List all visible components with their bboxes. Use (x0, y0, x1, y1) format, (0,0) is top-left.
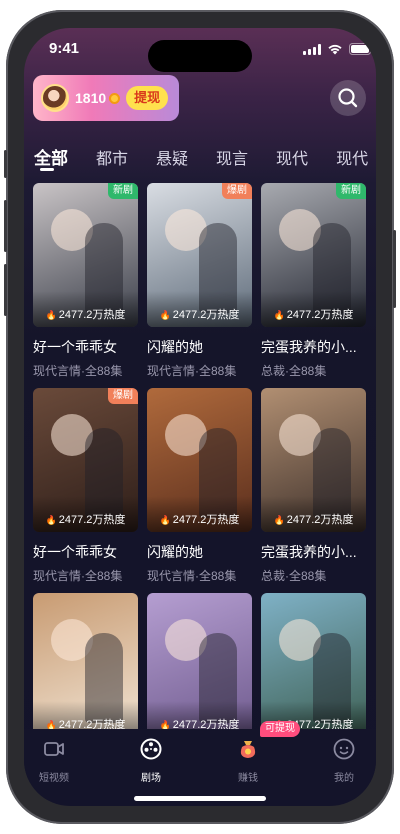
nav-label: 剧场 (141, 773, 161, 784)
nav-theater[interactable]: 剧场 (121, 737, 181, 784)
tab-modern-2[interactable]: 现代 (336, 145, 368, 169)
nav-label: 赚钱 (238, 773, 258, 784)
tab-modern[interactable]: 现代 (276, 145, 308, 169)
power-button (393, 230, 396, 308)
tab-all[interactable]: 全部 (34, 144, 68, 169)
heat-value: 2477.2万热度 (172, 514, 240, 526)
volume-up-button (4, 200, 7, 252)
drama-title[interactable]: 闪耀的她 (147, 337, 252, 357)
heat-count: 🔥2477.2万热度 (147, 306, 252, 322)
gold-coin-icon (109, 92, 121, 104)
withdrawable-tag: 可提现 (260, 721, 300, 737)
drama-card[interactable]: 🔥2477.2万热度 (147, 593, 252, 737)
tab-urban[interactable]: 都市 (96, 145, 128, 169)
flame-icon: 🔥 (159, 515, 171, 525)
drama-title[interactable]: 好一个乖乖女 (33, 542, 138, 562)
user-avatar[interactable] (41, 84, 69, 112)
bottom-navigation: 短视频 剧场 赚钱 可提现 我的 (24, 721, 376, 800)
theater-reel-icon (140, 738, 162, 760)
volume-down-button (4, 264, 7, 316)
nav-earn-money[interactable]: 赚钱 (218, 737, 278, 784)
profile-face-icon (333, 738, 355, 760)
drama-badge: 新剧 (336, 183, 366, 199)
drama-meta: 现代言情·全88集 (33, 364, 123, 378)
heat-count: 🔥2477.2万热度 (33, 306, 138, 322)
drama-poster[interactable]: 🔥2477.2万热度 (261, 593, 366, 737)
coin-balance-card[interactable]: 1810 提现 (33, 75, 179, 121)
drama-card[interactable]: 爆剧 🔥 2477.2万热度好一个乖乖女现代言情·全88集 (33, 388, 138, 584)
drama-card[interactable]: 🔥2477.2万热度 (33, 593, 138, 737)
flame-icon: 🔥 (273, 515, 285, 525)
drama-poster[interactable]: 🔥2477.2万热度 (33, 593, 138, 737)
nav-label: 短视频 (39, 773, 69, 784)
tab-modern-romance[interactable]: 现言 (216, 145, 248, 169)
drama-title[interactable]: 闪耀的她 (147, 542, 252, 562)
drama-meta: 总裁·全88集 (261, 364, 327, 378)
search-icon (338, 88, 358, 108)
nav-short-video[interactable]: 短视频 (24, 737, 84, 784)
status-bar: 9:41 (24, 28, 376, 78)
drama-poster[interactable]: 新剧 🔥 2477.2万热度 (33, 183, 138, 327)
drama-meta: 现代言情·全88集 (147, 364, 237, 378)
coin-count: 1810 (75, 90, 107, 106)
drama-meta: 现代言情·全88集 (147, 569, 237, 583)
battery-icon (349, 43, 374, 55)
drama-badge: 爆剧 (108, 388, 138, 404)
drama-card[interactable]: 🔥2477.2万热度 (261, 593, 366, 737)
tab-suspense[interactable]: 悬疑 (156, 145, 188, 169)
drama-meta: 现代言情·全88集 (33, 569, 123, 583)
heat-count: 🔥2477.2万热度 (261, 306, 366, 322)
drama-poster[interactable]: 🔥2477.2万热度 (261, 388, 366, 532)
heat-value: 2477.2万热度 (286, 309, 354, 321)
heat-count: 🔥2477.2万热度 (147, 511, 252, 527)
flame-icon: 🔥 (273, 310, 285, 320)
dynamic-island (148, 40, 252, 72)
status-icons (303, 43, 374, 55)
flame-icon: 🔥 (159, 310, 171, 320)
video-icon (44, 742, 64, 756)
heat-count: 🔥2477.2万热度 (261, 511, 366, 527)
drama-poster[interactable]: 🔥2477.2万热度 (147, 593, 252, 737)
drama-title[interactable]: 完蛋我养的小... (261, 337, 366, 357)
nav-profile[interactable]: 我的 (314, 737, 374, 784)
drama-badge: 新剧 (108, 183, 138, 199)
wifi-icon (328, 44, 342, 55)
drama-poster[interactable]: 爆剧 🔥 2477.2万热度 (147, 183, 252, 327)
drama-poster[interactable]: 🔥2477.2万热度 (147, 388, 252, 532)
active-tab-indicator (40, 168, 54, 171)
drama-badge: 爆剧 (222, 183, 252, 199)
drama-card[interactable]: 🔥 2477.2万热度闪耀的她现代言情·全88集 (147, 388, 252, 584)
heat-value: 2477.2万热度 (58, 309, 126, 321)
drama-card[interactable]: 爆剧 🔥 2477.2万热度闪耀的她现代言情·全88集 (147, 183, 252, 379)
drama-card[interactable]: 新剧 🔥 2477.2万热度好一个乖乖女现代言情·全88集 (33, 183, 138, 379)
money-bag-icon (240, 741, 256, 758)
heat-value: 2477.2万热度 (286, 514, 354, 526)
category-tabs: 全部 都市 悬疑 现言 现代 现代 (34, 144, 376, 184)
drama-meta: 总裁·全88集 (261, 569, 327, 583)
drama-title[interactable]: 完蛋我养的小... (261, 542, 366, 562)
drama-poster[interactable]: 爆剧 🔥 2477.2万热度 (33, 388, 138, 532)
flame-icon: 🔥 (45, 515, 57, 525)
mute-switch (4, 150, 7, 178)
drama-card[interactable]: 🔥 2477.2万热度完蛋我养的小... 总裁·全88集 (261, 388, 366, 584)
status-time: 9:41 (49, 40, 80, 57)
search-button[interactable] (330, 80, 366, 116)
drama-title[interactable]: 好一个乖乖女 (33, 337, 138, 357)
drama-card[interactable]: 新剧 🔥 2477.2万热度完蛋我养的小... 总裁·全88集 (261, 183, 366, 379)
home-indicator (134, 796, 266, 801)
heat-value: 2477.2万热度 (172, 309, 240, 321)
cellular-signal-icon (303, 43, 321, 55)
withdraw-button[interactable]: 提现 (126, 86, 169, 110)
nav-label: 我的 (334, 773, 354, 784)
app-screen: 9:41 1810 提现 全部 都市 悬疑现言 现代 现代 新剧 🔥 2477.… (24, 28, 376, 806)
flame-icon: 🔥 (45, 310, 57, 320)
drama-poster[interactable]: 新剧 🔥 2477.2万热度 (261, 183, 366, 327)
heat-value: 2477.2万热度 (58, 514, 126, 526)
heat-count: 🔥2477.2万热度 (33, 511, 138, 527)
